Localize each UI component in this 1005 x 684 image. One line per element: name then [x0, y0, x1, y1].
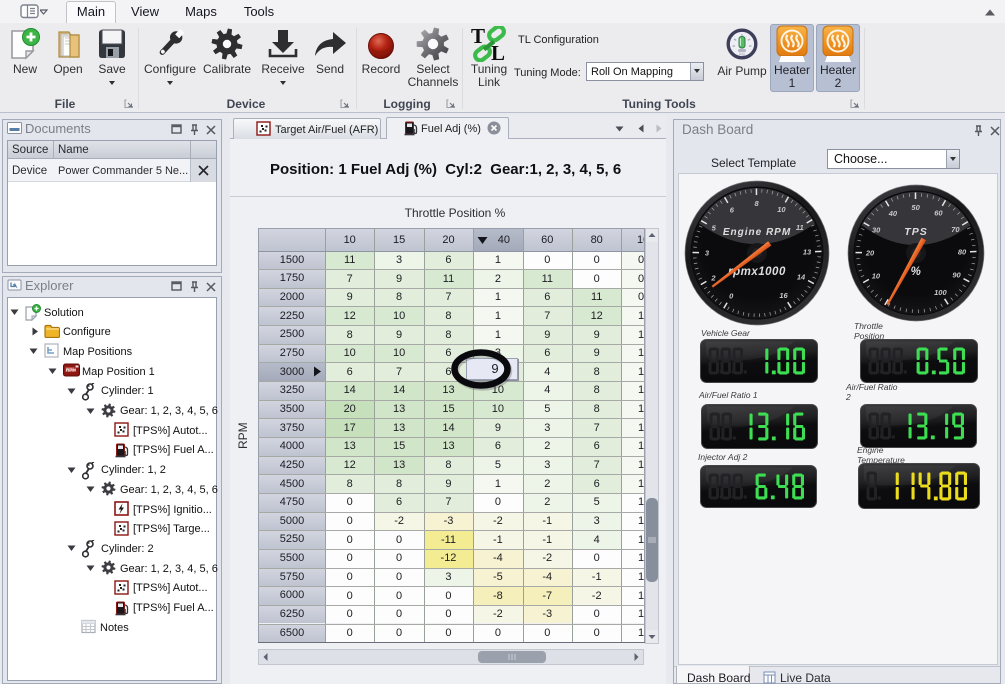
svg-text:PSI: PSI	[739, 53, 745, 57]
svg-text:RPM: RPM	[66, 368, 76, 373]
svg-text:70: 70	[951, 225, 960, 234]
svg-text:14: 14	[797, 273, 806, 282]
svg-text:Engine RPM: Engine RPM	[723, 227, 791, 238]
svg-text:100: 100	[934, 288, 947, 297]
svg-text:40: 40	[888, 209, 898, 218]
svg-text:20: 20	[865, 249, 875, 258]
svg-text:%: %	[911, 266, 922, 278]
svg-text:TPS: TPS	[904, 226, 927, 238]
svg-text:90: 90	[952, 271, 961, 280]
svg-text:2: 2	[710, 273, 716, 282]
svg-text:10: 10	[872, 271, 881, 280]
svg-text:60: 60	[934, 209, 943, 218]
svg-text:11: 11	[796, 223, 804, 232]
svg-text:10: 10	[777, 205, 786, 214]
svg-text:T: T	[471, 26, 485, 48]
svg-text:16: 16	[779, 291, 788, 300]
svg-text:50: 50	[911, 203, 920, 212]
svg-text:13: 13	[803, 248, 812, 257]
svg-text:80: 80	[958, 248, 967, 257]
svg-text:30: 30	[872, 226, 881, 235]
